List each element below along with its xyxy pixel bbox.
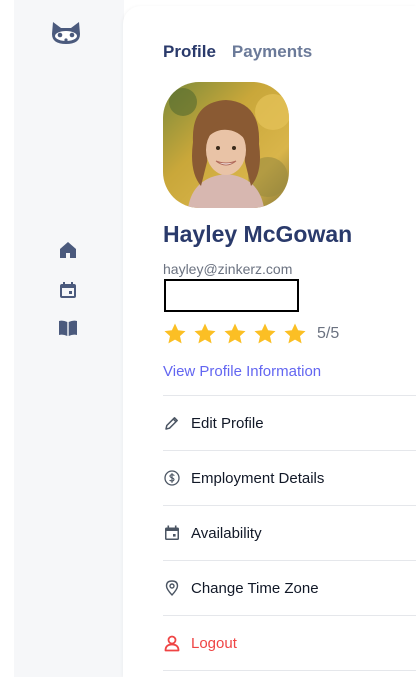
- menu-item-employment-details[interactable]: Employment Details: [163, 450, 416, 505]
- page-edge: [0, 0, 14, 677]
- menu-label: Change Time Zone: [191, 579, 319, 597]
- menu-label: Availability: [191, 524, 262, 542]
- tab-profile[interactable]: Profile: [163, 42, 216, 62]
- profile-name: Hayley McGowan: [163, 221, 353, 247]
- star-icon: [284, 323, 306, 344]
- book-icon[interactable]: [58, 318, 78, 338]
- sidebar: [14, 0, 124, 677]
- profile-email: hayley@zinkerz.com: [163, 261, 293, 277]
- rating-text: 5/5: [317, 325, 340, 342]
- menu-item-logout[interactable]: Logout: [163, 615, 416, 671]
- profile-panel: Profile Payments Hayley McGowan hayley@z…: [123, 6, 416, 677]
- menu-label: Logout: [191, 634, 237, 652]
- star-icon: [164, 323, 186, 344]
- star-icon: [254, 323, 276, 344]
- avatar: [163, 82, 289, 208]
- dollar-circle-icon: [163, 469, 181, 487]
- calendar-icon[interactable]: [58, 280, 78, 300]
- pencil-icon: [163, 414, 181, 432]
- menu-item-availability[interactable]: Availability: [163, 505, 416, 560]
- menu-item-change-time-zone[interactable]: Change Time Zone: [163, 560, 416, 615]
- tab-payments[interactable]: Payments: [232, 42, 312, 62]
- raccoon-logo-icon[interactable]: [50, 20, 82, 46]
- menu-item-edit-profile[interactable]: Edit Profile: [163, 395, 416, 450]
- profile-menu: Edit Profile Employment Details Availabi…: [163, 395, 416, 671]
- rating: 5/5: [163, 322, 339, 346]
- redacted-field: [164, 279, 299, 312]
- star-icon: [194, 323, 216, 344]
- user-icon: [163, 634, 181, 652]
- home-icon[interactable]: [58, 240, 78, 260]
- calendar-icon: [163, 524, 181, 542]
- menu-label: Employment Details: [191, 469, 325, 487]
- view-profile-link[interactable]: View Profile Information: [163, 363, 321, 380]
- star-icon: [224, 323, 246, 344]
- location-pin-icon: [163, 579, 181, 597]
- tab-bar: Profile Payments: [163, 42, 312, 62]
- menu-label: Edit Profile: [191, 414, 264, 432]
